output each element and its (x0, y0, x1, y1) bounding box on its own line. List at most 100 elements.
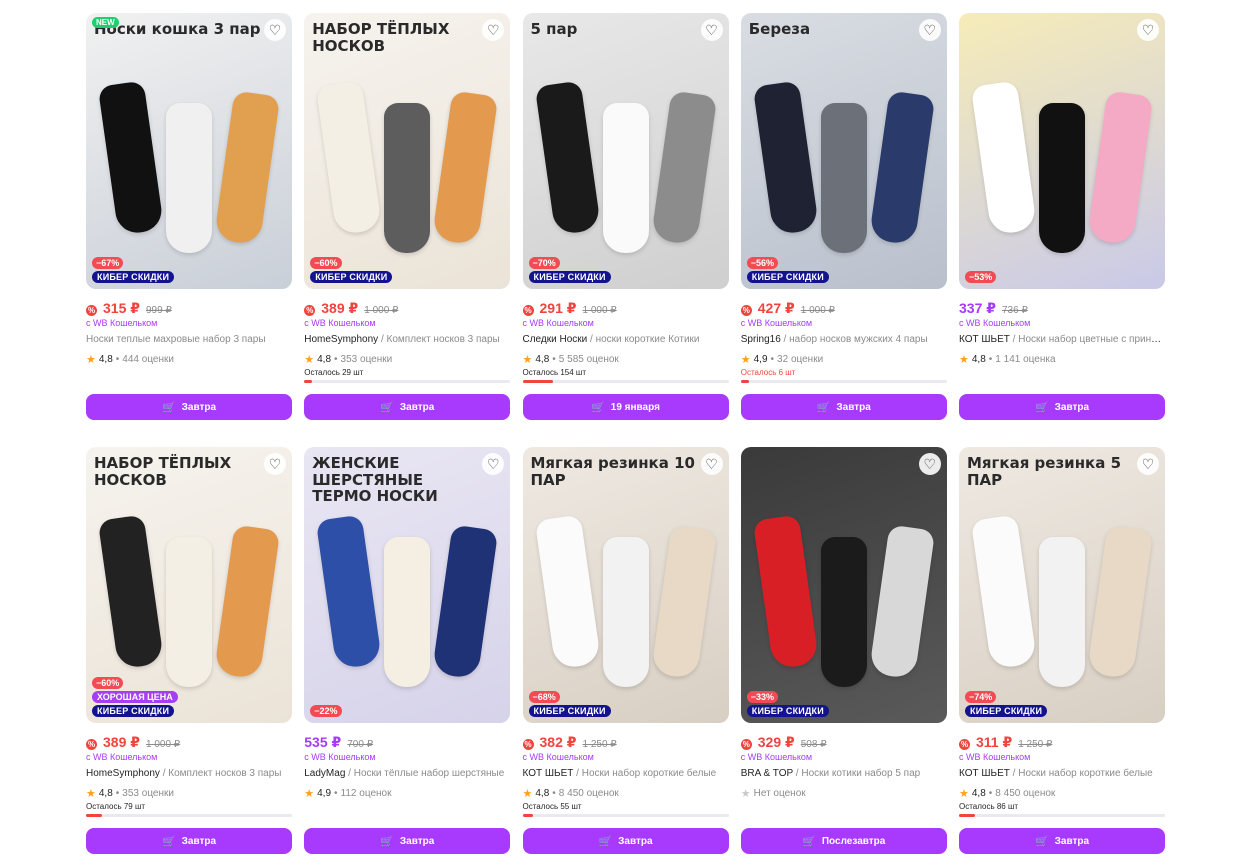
current-price: 427 ₽ (757, 300, 795, 316)
product-title[interactable]: КОТ ШЬЕТ / Носки набор короткие белые (959, 768, 1165, 782)
badge-group: −33% КИБЕР СКИДКИ (746, 691, 829, 717)
brand-name: HomeSymphony (86, 768, 160, 779)
star-icon: ★ (86, 787, 96, 800)
product-title[interactable]: HomeSymphony / Комплект носков 3 пары (86, 768, 292, 782)
wb-wallet-icon: % (959, 739, 970, 750)
old-price: 508 ₽ (800, 739, 827, 750)
current-price: 329 ₽ (757, 734, 795, 750)
product-card[interactable]: ЖЕНСКИЕ ШЕРСТЯНЫЕ ТЕРМО НОСКИ ♡ −22% 535… (304, 447, 511, 868)
star-icon: ★ (304, 787, 315, 800)
price-row: % 389 ₽ 1 000 ₽ (86, 734, 292, 751)
product-photo[interactable]: Мягкая резинка 5 ПАР ♡ −74% КИБЕР СКИДКИ (959, 447, 1165, 723)
rating-value: 4,8 (98, 353, 113, 365)
discount-badge: −53% (965, 271, 997, 283)
product-title[interactable]: LadyMag / Носки тёплые набор шерстяные (304, 768, 510, 782)
rating-row: ★ 4,9 • 32 оценки (741, 352, 947, 366)
photo-caption: Мягкая резинка 5 ПАР (967, 454, 1122, 489)
product-card[interactable]: 5 пар ♡ −70% КИБЕР СКИДКИ % 291 ₽ 1 000 … (522, 13, 729, 447)
product-title[interactable]: Следки Носки / носки короткие Котики (523, 334, 729, 348)
add-to-cart-button[interactable]: 🛒 19 января (522, 394, 729, 420)
add-to-cart-button[interactable]: 🛒 Завтра (304, 394, 511, 420)
add-to-cart-button[interactable]: 🛒 Послезавтра (740, 828, 947, 854)
price-row: 535 ₽ 700 ₽ (304, 734, 510, 751)
product-card[interactable]: Мягкая резинка 10 ПАР ♡ −68% КИБЕР СКИДК… (522, 447, 729, 868)
product-card[interactable]: Береза ♡ −56% КИБЕР СКИДКИ % 427 ₽ 1 000… (740, 13, 947, 447)
title-separator: / (587, 334, 596, 345)
delivery-label: Завтра (836, 401, 871, 413)
cart-icon: 🛒 (598, 835, 613, 848)
product-photo[interactable]: НАБОР ТЁПЛЫХ НОСКОВ ♡ −60% КИБЕР СКИДКИ (304, 13, 511, 289)
review-count: 353 оценки (340, 353, 393, 365)
wb-wallet-icon: % (740, 305, 752, 316)
heart-outline-icon[interactable]: ♡ (264, 453, 286, 475)
product-card[interactable]: Мягкая резинка 5 ПАР ♡ −74% КИБЕР СКИДКИ… (959, 447, 1165, 868)
rating-row: ★ Нет оценок (741, 786, 947, 800)
rating-row: ★ 4,8 • 8 450 оценок (959, 786, 1165, 800)
heart-outline-icon[interactable]: ♡ (264, 19, 286, 41)
star-icon: ★ (304, 353, 315, 366)
cart-icon: 🛒 (161, 835, 176, 848)
rating-dot: • (988, 787, 993, 799)
review-count: 353 оценки (122, 787, 174, 799)
current-price: 389 ₽ (321, 300, 359, 316)
wallet-note: с WB Кошельком (304, 752, 376, 762)
product-title[interactable]: Носки теплые махровые набор 3 пары (86, 334, 292, 348)
product-card[interactable]: ♡ −33% КИБЕР СКИДКИ % 329 ₽ 508 ₽ с WB К… (740, 447, 947, 868)
discount-badge: −60% (310, 257, 342, 269)
product-card[interactable]: НАБОР ТЁПЛЫХ НОСКОВ ♡ −60% КИБЕР СКИДКИ … (304, 13, 511, 447)
product-photo[interactable]: ♡ −53% (959, 13, 1165, 289)
product-photo[interactable]: ♡ −33% КИБЕР СКИДКИ (740, 447, 947, 723)
wb-wallet-icon: % (522, 739, 534, 750)
add-to-cart-button[interactable]: 🛒 Завтра (959, 828, 1165, 854)
add-to-cart-button[interactable]: 🛒 Завтра (304, 828, 511, 854)
product-photo[interactable]: ЖЕНСКИЕ ШЕРСТЯНЫЕ ТЕРМО НОСКИ ♡ −22% (304, 447, 511, 723)
price-row: % 329 ₽ 508 ₽ (740, 734, 947, 751)
add-to-cart-button[interactable]: 🛒 Завтра (86, 828, 292, 854)
price-row: % 389 ₽ 1 000 ₽ (304, 300, 510, 317)
badge-group: −60% КИБЕР СКИДКИ (310, 257, 393, 283)
product-photo[interactable]: Носки кошка 3 пар NEW ♡ −67% КИБЕР СКИДК… (86, 13, 292, 289)
product-photo[interactable]: 5 пар ♡ −70% КИБЕР СКИДКИ (522, 13, 729, 289)
heart-outline-icon[interactable]: ♡ (918, 19, 941, 41)
add-to-cart-button[interactable]: 🛒 Завтра (522, 828, 729, 854)
product-name: Комплект носков 3 пары (168, 768, 282, 779)
add-to-cart-button[interactable]: 🛒 Завтра (959, 394, 1165, 420)
sock-image (602, 537, 649, 687)
heart-outline-icon[interactable]: ♡ (1137, 453, 1159, 475)
product-title[interactable]: КОТ ШЬЕТ / Носки набор короткие белые (523, 768, 729, 782)
photo-caption: НАБОР ТЁПЛЫХ НОСКОВ (94, 454, 232, 489)
product-photo[interactable]: НАБОР ТЁПЛЫХ НОСКОВ ♡ −60% ХОРОШАЯ ЦЕНА … (86, 447, 292, 723)
add-to-cart-button[interactable]: 🛒 Завтра (86, 394, 292, 420)
product-card[interactable]: Носки кошка 3 пар NEW ♡ −67% КИБЕР СКИДК… (86, 13, 292, 447)
product-title[interactable]: BRA & TOP / Носки котики набор 5 пар (741, 768, 947, 782)
product-title[interactable]: HomeSymphony / Комплект носков 3 пары (304, 334, 510, 348)
review-count: 8 450 оценок (558, 787, 619, 799)
sock-image (384, 103, 431, 253)
add-to-cart-button[interactable]: 🛒 Завтра (740, 394, 947, 420)
review-count: 112 оценок (340, 787, 392, 799)
product-photo[interactable]: Мягкая резинка 10 ПАР ♡ −68% КИБЕР СКИДК… (522, 447, 729, 723)
discount-badge: −74% (965, 691, 997, 703)
current-price: 311 ₽ (976, 734, 1013, 750)
product-title[interactable]: Spring16 / набор носков мужских 4 пары (741, 334, 947, 348)
heart-outline-icon[interactable]: ♡ (918, 453, 941, 475)
heart-outline-icon[interactable]: ♡ (1137, 19, 1159, 41)
wallet-note: с WB Кошельком (740, 318, 813, 328)
badge-group: −53% (965, 271, 997, 283)
delivery-label: Завтра (618, 835, 653, 847)
discount-badge: −67% (92, 257, 124, 269)
product-name: Носки тёплые набор шерстяные (353, 768, 505, 779)
product-title[interactable]: КОТ ШЬЕТ / Носки набор цветные с принтом (959, 334, 1165, 348)
good-price-badge: ХОРОШАЯ ЦЕНА (92, 691, 178, 703)
product-card[interactable]: НАБОР ТЁПЛЫХ НОСКОВ ♡ −60% ХОРОШАЯ ЦЕНА … (86, 447, 292, 868)
product-photo[interactable]: Береза ♡ −56% КИБЕР СКИДКИ (740, 13, 947, 289)
discount-badge: −70% (528, 257, 560, 269)
delivery-label: Завтра (1054, 401, 1090, 413)
heart-outline-icon[interactable]: ♡ (700, 19, 723, 41)
product-name: Комплект носков 3 пары (386, 334, 500, 345)
product-card[interactable]: ♡ −53% 337 ₽ 736 ₽ с WB Кошельком КОТ ШЬ… (959, 13, 1165, 447)
heart-outline-icon[interactable]: ♡ (700, 453, 723, 475)
stock-bar-fill (304, 380, 313, 383)
sock-image (820, 537, 867, 687)
star-icon: ★ (522, 353, 533, 366)
